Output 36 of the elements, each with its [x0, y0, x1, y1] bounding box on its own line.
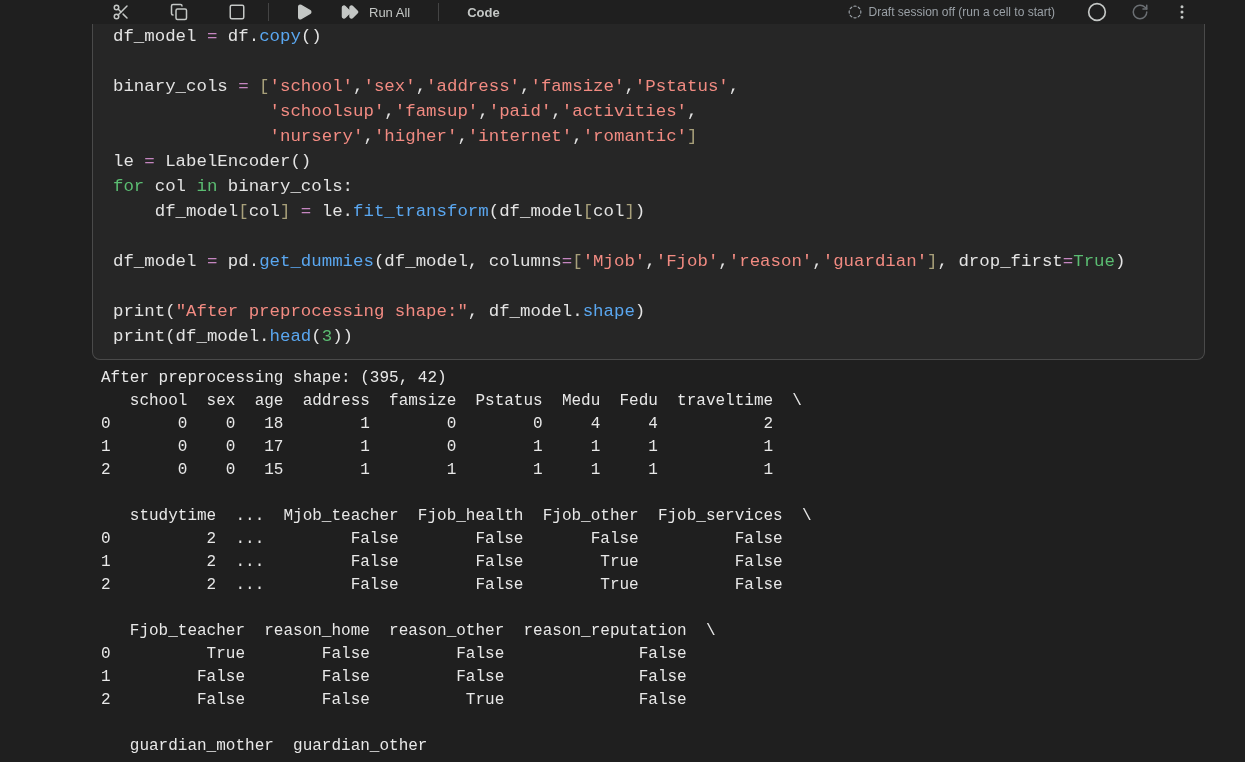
output-line: guardian_mother guardian_other — [128, 736, 429, 757]
cell-type-button[interactable]: Code — [463, 2, 504, 22]
output-line: 2 2 ... False False True False — [101, 575, 784, 596]
code-line: df_model = pd.get_dummies(df_model, columns=['Mjob','Fjob','reason','guardian'], drop_first=True) — [113, 251, 1127, 273]
run-all-button[interactable]: Run All — [365, 2, 415, 22]
session-status: Draft session off (run a cell to start) — [868, 5, 1055, 19]
circle-icon[interactable] — [1087, 2, 1107, 22]
output-line: 2 0 0 15 1 1 1 1 1 1 — [101, 460, 775, 481]
output-line: Fjob_teacher reason_home reason_other reason_reputation \ — [128, 621, 717, 642]
code-line: df_model = df.copy() — [113, 26, 323, 48]
output-line: 1 0 0 17 1 0 1 1 1 1 — [101, 437, 775, 458]
output-line: 0 True False False False — [101, 644, 688, 665]
output-line: 2 False False True False — [101, 690, 688, 711]
code-cell[interactable] — [92, 24, 1205, 360]
output-line: 1 False False False False — [101, 667, 688, 688]
copy-icon[interactable] — [170, 3, 188, 21]
output-line: studytime ... Mjob_teacher Fjob_health Fjob_other Fjob_services \ — [128, 506, 813, 527]
code-line: 'schoolsup','famsup','paid','activities', — [268, 101, 699, 123]
code-line: le = LabelEncoder() — [113, 151, 313, 173]
output-line: 0 0 0 18 1 0 0 4 4 2 — [101, 414, 775, 435]
output-line: After preprocessing shape: (395, 42) — [101, 368, 448, 389]
session-icon — [848, 5, 863, 19]
refresh-icon[interactable] — [1131, 3, 1149, 21]
square-icon[interactable] — [228, 3, 246, 21]
code-line: 'nursery','higher','internet','romantic'] — [268, 126, 699, 148]
scissors-icon[interactable] — [112, 3, 130, 21]
output-line: school sex age address famsize Pstatus Medu Fedu traveltime \ — [128, 391, 803, 412]
code-line: print("After preprocessing shape:", df_model.shape) — [113, 301, 647, 323]
play-icon[interactable] — [295, 3, 313, 21]
code-line: print(df_model.head(3)) — [113, 326, 355, 348]
fast-forward-icon[interactable] — [341, 3, 359, 21]
code-line: for col in binary_cols: — [113, 176, 355, 198]
output-line: 0 2 ... False False False False — [101, 529, 784, 550]
code-line: binary_cols = ['school','sex','address','famsize','Pstatus', — [113, 76, 741, 98]
code-line: df_model[col] = le.fit_transform(df_model[col]) — [153, 201, 647, 223]
output-line: 1 2 ... False False True False — [101, 552, 784, 573]
